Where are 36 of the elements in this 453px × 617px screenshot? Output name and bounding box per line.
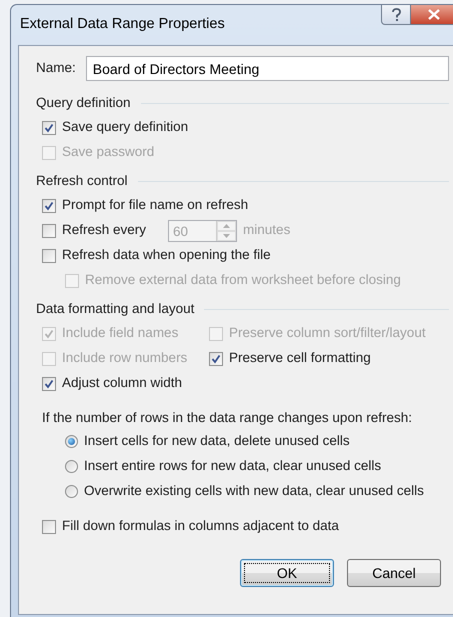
checkbox-label[interactable]: Prompt for file name on refresh (62, 195, 248, 216)
radio-button[interactable] (65, 435, 78, 448)
section-title: Data formatting and layout (36, 300, 194, 318)
checkbox[interactable] (42, 198, 56, 212)
close-button[interactable] (411, 5, 453, 25)
checkbox-label[interactable]: Refresh every (62, 220, 146, 241)
checkbox[interactable] (209, 352, 223, 366)
unit-label: minutes (243, 221, 290, 240)
checkbox-label[interactable]: Refresh data when opening the file (62, 245, 271, 266)
name-label: Name: (36, 59, 76, 78)
checkbox-label[interactable]: Preserve cell formatting (229, 348, 371, 369)
radio-button[interactable] (65, 485, 78, 498)
radio-label[interactable]: Insert entire rows for new data, clear unused cells (84, 456, 382, 477)
window-title: External Data Range Properties (19, 15, 225, 34)
radio-label[interactable]: Overwrite existing cells with new data, clear unused cells (84, 481, 424, 502)
down-arrow-icon[interactable] (223, 234, 230, 238)
checkbox[interactable] (42, 248, 56, 262)
instruction-text: If the number of rows in the data range changes upon refresh: (41, 409, 413, 427)
checkbox-label[interactable]: Fill down formulas in columns adjacent to data (62, 516, 339, 537)
checkbox[interactable] (42, 120, 56, 134)
checkbox-label[interactable]: Adjust column width (62, 373, 182, 394)
dialog-button[interactable]: OK (240, 559, 334, 587)
checkbox[interactable] (42, 376, 56, 390)
help-button[interactable] (381, 5, 411, 25)
dialog-button[interactable]: Cancel (347, 559, 441, 587)
checkbox[interactable] (42, 520, 56, 534)
close-icon (428, 9, 440, 20)
radio-button[interactable] (65, 460, 78, 473)
section-title: Refresh control (36, 172, 128, 190)
help-icon (392, 8, 400, 22)
radio-label[interactable]: Insert cells for new data, delete unused cells (84, 431, 350, 452)
checkbox[interactable] (42, 224, 56, 238)
up-arrow-icon[interactable] (223, 224, 230, 228)
name-field[interactable]: Board of Directors Meeting (86, 56, 449, 81)
section-title: Query definition (36, 94, 131, 112)
checkbox-label[interactable]: Save query definition (62, 117, 188, 138)
